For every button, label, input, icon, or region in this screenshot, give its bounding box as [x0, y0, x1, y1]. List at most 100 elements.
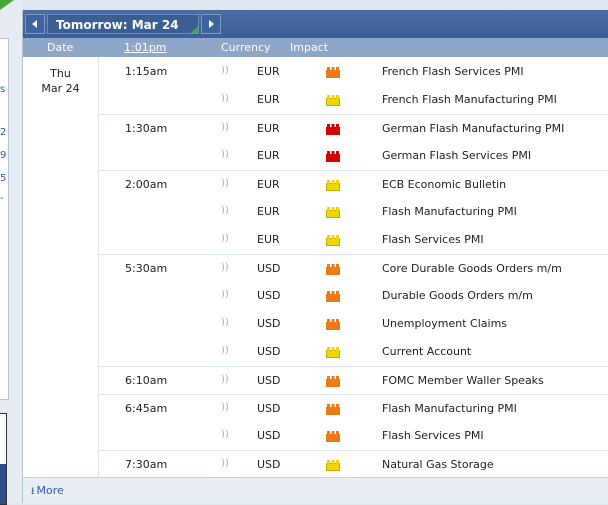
impact-high-icon	[326, 151, 340, 162]
impact-high-icon	[326, 124, 340, 135]
event-row[interactable]: )) EUR Flash Services PMI	[99, 226, 608, 254]
event-name[interactable]: Flash Services PMI	[382, 233, 484, 246]
event-currency: USD	[257, 402, 281, 415]
sound-alert-icon[interactable]: ))	[221, 93, 229, 104]
event-row[interactable]: )) USD Current Account	[99, 338, 608, 366]
impact-medium-icon	[326, 291, 340, 302]
event-row[interactable]: )) USD Durable Goods Orders m/m	[99, 282, 608, 310]
day-weekday: Thu	[50, 67, 71, 80]
event-row[interactable]: )) USD Flash Services PMI	[99, 422, 608, 450]
event-row[interactable]: 6:10am)) USD FOMC Member Waller Speaks	[99, 366, 608, 395]
event-row[interactable]: 7:30am)) USD Natural Gas Storage	[99, 450, 608, 479]
current-day-label[interactable]: Tomorrow: Mar 24	[47, 14, 199, 34]
event-currency: EUR	[257, 93, 280, 106]
event-row[interactable]: 2:00am)) EUR ECB Economic Bulletin	[99, 170, 608, 199]
day-cell: Thu Mar 24	[23, 57, 99, 477]
event-row[interactable]: 5:30am)) USD Core Durable Goods Orders m/m	[99, 254, 608, 283]
column-date: Date	[47, 41, 74, 54]
date-navigation-bar: Tomorrow: Mar 24	[23, 10, 608, 38]
event-name[interactable]: Unemployment Claims	[382, 317, 507, 330]
impact-medium-icon	[326, 404, 340, 415]
event-currency: USD	[257, 289, 281, 302]
sound-alert-icon[interactable]: ))	[221, 317, 229, 328]
sound-alert-icon[interactable]: ))	[221, 429, 229, 440]
sound-alert-icon[interactable]: ))	[221, 205, 229, 216]
event-row[interactable]: 1:30am)) EUR German Flash Manufacturing PM…	[99, 114, 608, 143]
left-panel-fragment: s	[0, 84, 6, 95]
calendar-footer: ⭳ More	[23, 477, 608, 504]
left-panel-fragment[interactable]: 2	[0, 127, 6, 138]
more-label: More	[36, 484, 64, 497]
event-name[interactable]: Flash Manufacturing PMI	[382, 205, 517, 218]
sound-alert-icon[interactable]: ))	[221, 233, 229, 244]
sound-alert-icon[interactable]: ))	[221, 262, 229, 273]
event-row[interactable]: )) EUR French Flash Manufacturing PMI	[99, 86, 608, 114]
sound-alert-icon[interactable]: ))	[221, 149, 229, 160]
sound-alert-icon[interactable]: ))	[221, 178, 229, 189]
event-name[interactable]: Flash Manufacturing PMI	[382, 402, 517, 415]
left-panel-fragment[interactable]: 9	[0, 150, 6, 161]
event-row[interactable]: 1:15am)) EUR French Flash Services PMI	[99, 58, 608, 86]
sound-alert-icon[interactable]: ))	[221, 65, 229, 76]
event-row[interactable]: )) USD Unemployment Claims	[99, 310, 608, 338]
sound-alert-icon[interactable]: ))	[221, 122, 229, 133]
event-name[interactable]: Current Account	[382, 345, 471, 358]
event-currency: USD	[257, 345, 281, 358]
event-currency: USD	[257, 374, 281, 387]
event-name[interactable]: German Flash Services PMI	[382, 149, 531, 162]
more-link[interactable]: ⭳ More	[31, 484, 64, 501]
event-currency: EUR	[257, 65, 280, 78]
event-row[interactable]: 6:45am)) USD Flash Manufacturing PMI	[99, 394, 608, 423]
impact-low-icon	[326, 460, 340, 471]
event-currency: USD	[257, 429, 281, 442]
next-day-button[interactable]	[201, 14, 221, 34]
event-row[interactable]: )) EUR Flash Manufacturing PMI	[99, 198, 608, 226]
sound-alert-icon[interactable]: ))	[221, 345, 229, 356]
download-arrow-icon: ⭳	[31, 486, 35, 497]
event-currency: EUR	[257, 149, 280, 162]
event-name[interactable]: ECB Economic Bulletin	[382, 178, 506, 191]
event-time: 7:30am	[125, 458, 168, 471]
impact-low-icon	[326, 235, 340, 246]
impact-medium-icon	[326, 67, 340, 78]
event-currency: EUR	[257, 122, 280, 135]
event-row[interactable]: )) EUR German Flash Services PMI	[99, 142, 608, 170]
impact-low-icon	[326, 347, 340, 358]
impact-low-icon	[326, 180, 340, 191]
event-currency: EUR	[257, 178, 280, 191]
sound-alert-icon[interactable]: ))	[221, 458, 229, 469]
left-panel-fragment: -	[0, 193, 4, 204]
column-header-row: Date 1:01pm Currency Impact	[23, 38, 608, 57]
impact-medium-icon	[326, 431, 340, 442]
impact-low-icon	[326, 207, 340, 218]
event-name[interactable]: German Flash Manufacturing PMI	[382, 122, 564, 135]
event-time: 5:30am	[125, 262, 168, 275]
day-date: Mar 24	[41, 82, 80, 95]
event-name[interactable]: Core Durable Goods Orders m/m	[382, 262, 562, 275]
event-currency: EUR	[257, 205, 280, 218]
previous-day-button[interactable]	[25, 14, 45, 34]
sound-alert-icon[interactable]: ))	[221, 374, 229, 385]
event-currency: EUR	[257, 233, 280, 246]
sound-alert-icon[interactable]: ))	[221, 289, 229, 300]
column-time[interactable]: 1:01pm	[124, 41, 166, 54]
left-panel-fragment[interactable]: 5	[0, 173, 6, 184]
calendar-panel: Tomorrow: Mar 24 Date 1:01pm Currency Im…	[22, 10, 608, 504]
event-name[interactable]: Durable Goods Orders m/m	[382, 289, 533, 302]
left-bottom-widget	[0, 413, 7, 505]
event-name[interactable]: Flash Services PMI	[382, 429, 484, 442]
event-currency: USD	[257, 458, 281, 471]
event-currency: USD	[257, 262, 281, 275]
event-time: 1:15am	[125, 65, 168, 78]
impact-medium-icon	[326, 264, 340, 275]
event-name[interactable]: French Flash Manufacturing PMI	[382, 93, 557, 106]
sound-alert-icon[interactable]: ))	[221, 402, 229, 413]
impact-low-icon	[326, 95, 340, 106]
left-sidebar-panel: s 2 9 5 -	[0, 38, 9, 400]
event-time: 1:30am	[125, 122, 168, 135]
event-time: 6:10am	[125, 374, 168, 387]
event-name[interactable]: Natural Gas Storage	[382, 458, 494, 471]
column-impact: Impact	[290, 41, 329, 54]
event-name[interactable]: French Flash Services PMI	[382, 65, 524, 78]
event-name[interactable]: FOMC Member Waller Speaks	[382, 374, 544, 387]
